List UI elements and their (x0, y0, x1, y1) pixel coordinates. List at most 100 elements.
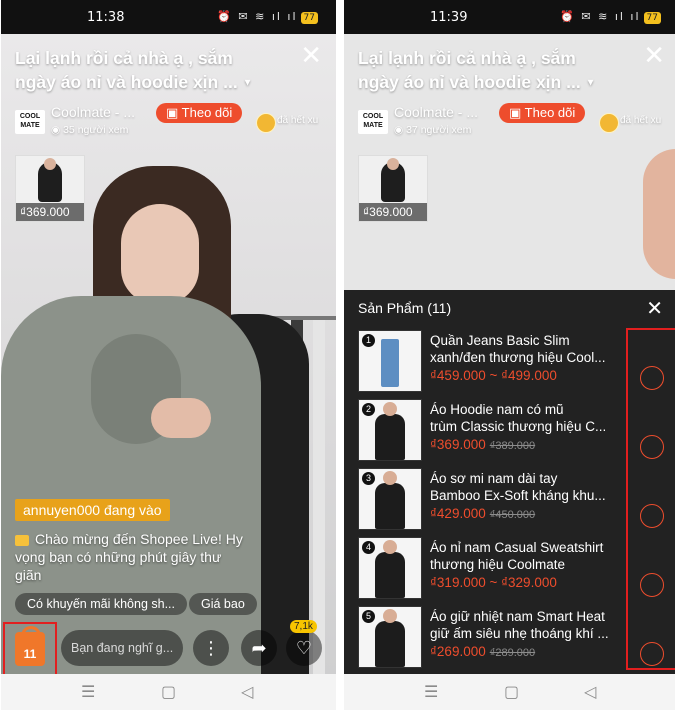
jeans-image (381, 339, 399, 387)
product-number: 2 (362, 403, 375, 416)
viewer-count: ◉ 37 người xem (394, 124, 472, 136)
product-number: 3 (362, 472, 375, 485)
coin-label: đã hết xu (277, 115, 319, 126)
product-price: ₫429.000 ₫450.000 (430, 506, 536, 521)
product-name: Áo Hoodie nam có mũ trùm Classic thương h… (430, 402, 607, 434)
model-head (383, 471, 397, 485)
home-icon[interactable]: ▢ (504, 682, 519, 701)
close-sheet-icon[interactable]: ✕ (646, 296, 663, 321)
presenter-face (121, 204, 199, 304)
product-image: 4 (358, 537, 422, 599)
system-nav-bar: ☰ ▢ ◁ (344, 674, 675, 710)
shop-icon: ▣ (509, 105, 525, 120)
model-head (383, 402, 397, 416)
menu-icon[interactable]: ☰ (424, 682, 438, 701)
product-image: 3 (358, 468, 422, 530)
product-number: 1 (362, 334, 375, 347)
product-item[interactable]: 2 Áo Hoodie nam có mũ trùm Classic thương… (358, 399, 668, 463)
pinned-product[interactable]: ₫369.000 (358, 155, 428, 222)
follow-button[interactable]: ▣ Theo dõi (156, 103, 243, 123)
status-icons: ⏰ ✉ ≋ ıl ıl 77 (560, 10, 661, 24)
back-icon[interactable]: ◁ (241, 682, 253, 701)
more-options-icon[interactable]: ⋮ (193, 630, 229, 666)
cart-icon[interactable] (640, 642, 664, 666)
close-icon[interactable]: ✕ (300, 42, 322, 68)
cart-icon[interactable] (640, 366, 664, 390)
sweatshirt-image (375, 552, 405, 598)
heart-icon[interactable]: ♡ (286, 630, 322, 666)
model-head (383, 609, 397, 623)
pinned-product[interactable]: ₫369.000 (15, 155, 85, 222)
viewer-count: ◉ 35 người xem (51, 124, 129, 136)
product-item[interactable]: 3 Áo sơ mi nam dài tay Bamboo Ex-Soft khá… (358, 468, 668, 532)
product-name: Áo giữ nhiệt nam Smart Heat giữ ấm siêu n… (430, 609, 609, 641)
product-name: Áo nỉ nam Casual Sweatshirt thương hiệu C… (430, 540, 604, 572)
shopping-bag-icon: 11 (15, 632, 45, 666)
chat-welcome-message: Chào mừng đến Shopee Live! Hy vọng bạn c… (15, 531, 243, 583)
eye-icon: ◉ (51, 124, 64, 136)
product-number: 5 (362, 610, 375, 623)
eye-icon: ◉ (394, 124, 407, 136)
follow-button[interactable]: ▣ Theo dõi (499, 103, 586, 123)
quick-reply-chip[interactable]: Có khuyến mãi không sh... (15, 593, 187, 615)
product-image: 1 (358, 330, 422, 392)
product-image: 2 (358, 399, 422, 461)
caret-down-icon: ▼ (242, 77, 253, 89)
product-item[interactable]: 5 Áo giữ nhiệt nam Smart Heat giữ ấm siêu… (358, 606, 668, 670)
pinned-price: ₫369.000 (16, 203, 84, 221)
status-bar: 11:39 ⏰ ✉ ≋ ıl ıl 77 (344, 0, 675, 34)
product-thumbnail-head (44, 158, 56, 170)
shop-name[interactable]: Coolmate - ... (394, 104, 478, 120)
product-list-screen: 11:39 ⏰ ✉ ≋ ıl ıl 77 Lại lạnh rồi cả nhà … (344, 0, 675, 710)
close-icon[interactable]: ✕ (643, 42, 665, 68)
add-to-cart-column (626, 328, 675, 670)
shop-name[interactable]: Coolmate - ... (51, 104, 135, 120)
product-number: 4 (362, 541, 375, 554)
home-icon[interactable]: ▢ (161, 682, 176, 701)
coin-icon[interactable] (256, 113, 276, 133)
product-item[interactable]: 4 Áo nỉ nam Casual Sweatshirt thương hiệu… (358, 537, 668, 601)
menu-icon[interactable]: ☰ (81, 682, 95, 701)
comment-input[interactable]: Bạn đang nghĩ g... (61, 630, 183, 666)
product-item[interactable]: 1 Quần Jeans Basic Slim xanh/đen thương h… (358, 330, 668, 394)
coin-icon[interactable] (599, 113, 619, 133)
shop-logo[interactable]: COOL MATE (15, 110, 45, 134)
stream-title[interactable]: Lại lạnh rồi cả nhà ạ , sắm ngày áo nỉ v… (358, 46, 633, 95)
shirt-image (375, 483, 405, 529)
status-time: 11:38 (87, 10, 125, 25)
megaphone-icon (15, 534, 29, 546)
product-price: ₫459.000 ~ ₫499.000 (430, 368, 557, 383)
battery-icon: 77 (643, 12, 661, 24)
status-bar: 11:38 ⏰ ✉ ≋ ıl ıl 77 (1, 0, 336, 34)
share-icon[interactable]: ➦ (241, 630, 277, 666)
thermal-shirt-image (375, 621, 405, 667)
product-thumbnail-head (387, 158, 399, 170)
cart-icon[interactable] (640, 435, 664, 459)
presenter-face (643, 149, 675, 279)
product-name: Áo sơ mi nam dài tay Bamboo Ex-Soft kháng… (430, 471, 606, 503)
product-image: 5 (358, 606, 422, 668)
shopping-bag-button[interactable]: 11 (3, 622, 57, 676)
product-name: Quần Jeans Basic Slim xanh/đen thương hiệ… (430, 333, 606, 365)
like-count: 7,1k (290, 620, 317, 633)
chat-join-message: annuyen000 đang vào (15, 499, 170, 521)
cart-icon[interactable] (640, 504, 664, 528)
stream-title[interactable]: Lại lạnh rồi cả nhà ạ , sắm ngày áo nỉ v… (15, 46, 290, 95)
live-stream-screen: 11:38 ⏰ ✉ ≋ ıl ıl 77 Lại lạnh rồi cả nhà … (1, 0, 336, 710)
shop-icon: ▣ (166, 105, 182, 120)
coin-label: đã hết xu (620, 115, 662, 126)
caret-down-icon: ▼ (585, 77, 596, 89)
model-head (383, 540, 397, 554)
cart-icon[interactable] (640, 573, 664, 597)
battery-icon: 77 (300, 12, 318, 24)
quick-reply-chip[interactable]: Giá bao (189, 593, 257, 615)
back-icon[interactable]: ◁ (584, 682, 596, 701)
product-price: ₫269.000 ₫289.000 (430, 644, 536, 659)
product-price: ₫319.000 ~ ₫329.000 (430, 575, 557, 590)
status-time: 11:39 (430, 10, 468, 25)
status-icons: ⏰ ✉ ≋ ıl ıl 77 (217, 10, 318, 24)
pinned-price: ₫369.000 (359, 203, 427, 221)
hoodie-image (375, 414, 405, 460)
system-nav-bar: ☰ ▢ ◁ (1, 674, 336, 710)
shop-logo[interactable]: COOL MATE (358, 110, 388, 134)
